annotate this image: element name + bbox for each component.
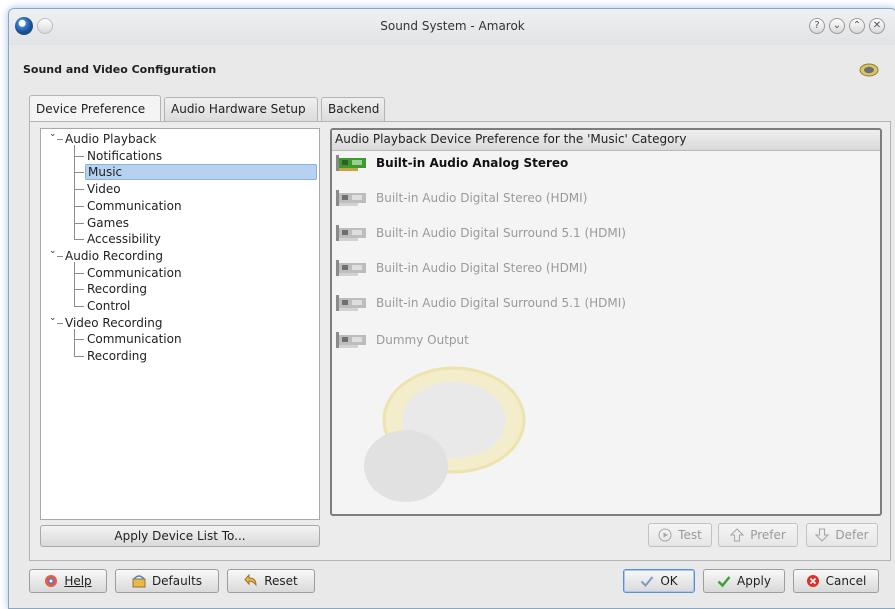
minimize-icon[interactable]: ⌄ <box>829 18 845 34</box>
close-icon[interactable]: ✕ <box>869 18 885 34</box>
tree-connector <box>74 155 84 157</box>
speaker-watermark-icon <box>364 366 526 502</box>
tree-connector <box>57 322 63 324</box>
test-button[interactable]: Test <box>648 523 712 547</box>
device-list-header: Audio Playback Device Preference for the… <box>332 130 880 151</box>
tree-item[interactable]: Recording <box>87 281 147 297</box>
checkmark-green-icon <box>717 575 731 587</box>
sound-card-icon <box>336 331 366 348</box>
tree-group-item[interactable]: Audio Recording <box>65 248 163 264</box>
tree-connector <box>74 328 75 357</box>
window-title: Sound System - Amarok <box>380 19 525 33</box>
defaults-icon <box>132 574 146 587</box>
tab-panel: ⌄ Audio Playback Notifications Music Video Co… <box>29 121 891 561</box>
page-title: Sound and Video Configuration <box>23 63 217 76</box>
tab-audio-hardware-setup[interactable]: Audio Hardware Setup <box>164 97 318 121</box>
tab-device-preference[interactable]: Device Preference <box>29 95 161 121</box>
sound-card-icon <box>336 154 366 171</box>
expand-arrow-icon[interactable]: ⌄ <box>49 246 57 256</box>
device-item[interactable]: Dummy Output <box>334 329 469 351</box>
tree-connector <box>74 261 75 306</box>
tree-connector <box>74 239 84 241</box>
dialog-window: Sound System - Amarok ? ⌄ ⌃ ✕ Sound and … <box>8 8 895 609</box>
tree-connector <box>74 222 84 224</box>
tree-item[interactable]: Music <box>85 164 317 181</box>
tree-connector <box>57 139 63 140</box>
ok-button[interactable]: OK <box>623 569 695 593</box>
tree-item[interactable]: Recording <box>87 348 147 364</box>
tree-group-item[interactable]: Video Recording <box>65 315 162 331</box>
help-button[interactable]: Help <box>29 569 107 593</box>
tab-backend[interactable]: Backend <box>321 97 385 121</box>
category-tree[interactable]: ⌄ Audio Playback Notifications Music Video Co… <box>40 128 320 520</box>
device-item[interactable]: Built-in Audio Analog Stereo <box>334 152 568 174</box>
tree-item[interactable]: Notifications <box>87 148 162 164</box>
tree-item[interactable]: Games <box>87 215 129 231</box>
expand-arrow-icon[interactable]: ⌄ <box>49 313 57 323</box>
maximize-icon[interactable]: ⌃ <box>849 18 865 34</box>
sound-card-icon <box>336 259 366 276</box>
undo-icon <box>244 573 257 587</box>
tree-connector <box>74 172 84 174</box>
tree-item[interactable]: Control <box>87 298 130 314</box>
device-item[interactable]: Built-in Audio Digital Stereo (HDMI) <box>334 257 587 279</box>
tree-group-item[interactable]: Audio Playback <box>65 131 156 147</box>
speaker-header-icon <box>859 63 879 77</box>
tree-connector <box>74 145 75 240</box>
defaults-button[interactable]: Defaults <box>115 569 219 593</box>
tree-item[interactable]: Accessibility <box>87 231 161 247</box>
tree-item[interactable]: Communication <box>87 265 182 281</box>
checkmark-icon <box>641 575 654 587</box>
cancel-icon <box>806 574 819 587</box>
help-lifebuoy-icon <box>45 574 58 587</box>
tree-connector <box>74 205 84 207</box>
tree-connector <box>74 289 84 291</box>
help-icon[interactable]: ? <box>809 18 825 34</box>
prefer-button[interactable]: Prefer <box>718 523 798 547</box>
device-item[interactable]: Built-in Audio Digital Stereo (HDMI) <box>334 187 587 209</box>
sound-card-icon <box>336 224 366 241</box>
arrow-up-icon <box>730 527 745 541</box>
expand-arrow-icon[interactable]: ⌄ <box>49 129 57 139</box>
sound-card-icon <box>336 294 366 311</box>
tree-connector <box>74 306 84 307</box>
device-item[interactable]: Built-in Audio Digital Surround 5.1 (HDM… <box>334 222 626 244</box>
tree-connector <box>74 189 84 191</box>
device-item[interactable]: Built-in Audio Digital Surround 5.1 (HDM… <box>334 292 626 314</box>
tree-item[interactable]: Communication <box>87 331 182 347</box>
arrow-down-icon <box>815 528 830 542</box>
sound-card-icon <box>336 189 366 206</box>
tree-connector <box>57 255 63 257</box>
title-bar: Sound System - Amarok ? ⌄ ⌃ ✕ <box>9 9 895 45</box>
reset-button[interactable]: Reset <box>227 569 315 593</box>
tree-item[interactable]: Communication <box>87 198 182 214</box>
tree-item[interactable]: Video <box>87 181 121 197</box>
apply-device-list-button[interactable]: Apply Device List To... <box>40 525 320 547</box>
device-list[interactable]: Audio Playback Device Preference for the… <box>330 128 882 516</box>
apply-button[interactable]: Apply <box>703 569 785 593</box>
cancel-button[interactable]: Cancel <box>793 569 879 593</box>
tree-connector <box>74 272 84 274</box>
play-icon <box>658 528 672 541</box>
defer-button[interactable]: Defer <box>806 523 878 547</box>
tree-connector <box>74 356 84 358</box>
tree-connector <box>74 339 84 341</box>
